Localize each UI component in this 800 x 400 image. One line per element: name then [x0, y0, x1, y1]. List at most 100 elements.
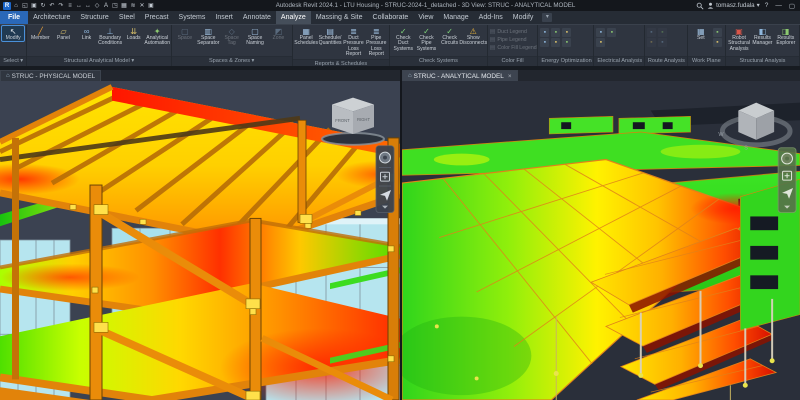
analytical-automation-button[interactable]: ✦Analytical Automation	[146, 26, 169, 47]
selection-box-icon[interactable]: ▾	[542, 13, 552, 22]
show-disconnects-button[interactable]: ⚠Show Disconnects	[462, 26, 485, 47]
set-button[interactable]: ▦Set	[690, 26, 712, 41]
navigation-bar[interactable]	[778, 148, 796, 213]
ribbon-tab-add-ins[interactable]: Add-Ins	[474, 11, 508, 24]
space-naming-button[interactable]: ▢Space Naming	[244, 26, 266, 47]
boundary-conditions-button[interactable]: ⊥Boundary Conditions	[99, 26, 122, 47]
restore-button[interactable]: ▢	[787, 2, 797, 10]
switch-windows-icon[interactable]: ▣	[147, 2, 155, 10]
viewcube-right-label[interactable]: RIGHT	[357, 117, 371, 122]
panel-button[interactable]: ▱Panel	[52, 26, 74, 41]
check-circuits-button[interactable]: ✓Check Circuits	[439, 26, 461, 47]
duct-pressure-loss-report-button[interactable]: ≣Duct Pressure Loss Report	[343, 26, 365, 58]
home-icon[interactable]: ⌂	[12, 2, 20, 10]
search-icon[interactable]	[696, 2, 704, 10]
ribbon-tab-insert[interactable]: Insert	[210, 11, 238, 24]
panel-label-check-systems[interactable]: Check Systems	[390, 56, 487, 66]
user-account-menu[interactable]: tomasz.fudala ▾	[707, 2, 760, 9]
ribbon-tab-structure[interactable]: Structure	[75, 11, 113, 24]
space-tag-button[interactable]: ◇Space Tag	[220, 26, 242, 47]
close-view-icon[interactable]: ×	[508, 73, 512, 80]
check-duct-systems-button[interactable]: ✓Check Duct Systems	[392, 26, 414, 52]
section-icon[interactable]: ▦	[120, 2, 128, 10]
undo-icon[interactable]: ↶	[48, 2, 56, 10]
steering-wheel-icon[interactable]	[380, 152, 391, 163]
route-path-1-button[interactable]: ▪	[647, 28, 656, 37]
analyze-energy-button[interactable]: ▪	[562, 28, 571, 37]
open-icon[interactable]: ◱	[21, 2, 29, 10]
print-icon[interactable]: ≡	[66, 2, 74, 10]
panel-label-structural-analytical-model[interactable]: Structural Analytical Model ▾	[27, 56, 170, 66]
results-explorer-button[interactable]: ◨Results Explorer	[775, 26, 797, 47]
ribbon-tab-massing-site[interactable]: Massing & Site	[311, 11, 368, 24]
panel-label-reports-schedules[interactable]: Reports & Schedules	[293, 59, 390, 66]
viewcube-west-label[interactable]: W	[718, 132, 724, 138]
heating-cooling-loads-button[interactable]: ▪	[551, 38, 560, 47]
panel-label-energy-optimization[interactable]: Energy Optimization	[538, 56, 593, 66]
physical-model-canvas[interactable]: FRONT RIGHT	[0, 81, 400, 400]
ribbon-tab-architecture[interactable]: Architecture	[28, 11, 75, 24]
electrical-settings-button[interactable]: ▪	[596, 28, 605, 37]
space-button[interactable]: ▢Space	[174, 26, 196, 41]
route-path-4-button[interactable]: ▪	[658, 38, 667, 47]
analytical-model-canvas[interactable]: W S	[402, 81, 800, 400]
loads-button[interactable]: ⇊Loads	[123, 26, 145, 41]
ribbon-tab-file[interactable]: File	[0, 11, 28, 24]
panel-schedules-button[interactable]: ▦Panel Schedules	[295, 26, 318, 47]
link-button[interactable]: ∞Link	[76, 26, 98, 41]
member-button[interactable]: ╱Member	[29, 26, 51, 41]
ribbon-tab-view[interactable]: View	[413, 11, 438, 24]
redo-icon[interactable]: ↷	[57, 2, 65, 10]
aligned-dimension-icon[interactable]: ↔	[84, 2, 92, 10]
energy-settings-button[interactable]: ▪	[540, 28, 549, 37]
ribbon-tab-manage[interactable]: Manage	[438, 11, 473, 24]
text-icon[interactable]: A	[102, 2, 110, 10]
duct-legend-button[interactable]: ▤Duct Legend	[490, 28, 537, 35]
hvac-loads-button[interactable]: ▪	[540, 38, 549, 47]
schedule-quantities-button[interactable]: ▤Schedule/ Quantities	[319, 26, 342, 47]
sync-with-central-icon[interactable]: ↻	[39, 2, 47, 10]
space-separator-button[interactable]: ▥Space Separator	[197, 26, 219, 47]
steering-wheel-icon[interactable]	[782, 153, 793, 164]
view-tab-analytical-model[interactable]: ⌂ STRUC - ANALYTICAL MODEL ×	[402, 70, 518, 81]
modify-button[interactable]: ↖Modify	[2, 26, 24, 41]
ribbon-tab-modify[interactable]: Modify	[508, 11, 539, 24]
zone-button[interactable]: ◩Zone	[267, 26, 289, 41]
viewcube-front-label[interactable]: FRONT	[335, 118, 350, 123]
ribbon-tab-systems[interactable]: Systems	[174, 11, 211, 24]
panel-label-electrical-analysis[interactable]: Electrical Analysis	[594, 56, 644, 66]
panel-label-work-plane[interactable]: Work Plane	[688, 56, 725, 66]
panel-label-route-analysis[interactable]: Route Analysis	[645, 56, 687, 66]
panel-label-spaces-zones[interactable]: Spaces & Zones ▾	[172, 56, 292, 66]
navigation-bar[interactable]	[376, 146, 394, 213]
work-plane-viewer-button[interactable]: ▪	[713, 38, 722, 47]
panel-label-select[interactable]: Select ▾	[0, 56, 26, 66]
save-icon[interactable]: ▣	[30, 2, 38, 10]
electrical-reports-button[interactable]: ▪	[596, 38, 605, 47]
color-fill-legend-button[interactable]: ▤Color Fill Legend	[490, 44, 537, 51]
close-hidden-windows-icon[interactable]: ✕	[138, 2, 146, 10]
minimize-button[interactable]: —	[773, 2, 784, 9]
panel-load-analysis-button[interactable]: ▪	[607, 28, 616, 37]
ribbon-tab-analyze[interactable]: Analyze	[276, 11, 311, 24]
revit-logo-icon[interactable]: R	[3, 2, 11, 10]
pipe-legend-button[interactable]: ▤Pipe Legend	[490, 36, 537, 43]
check-pipe-systems-button[interactable]: ✓Check Pipe Systems	[415, 26, 437, 52]
ribbon-tab-precast[interactable]: Precast	[140, 11, 174, 24]
route-path-2-button[interactable]: ▪	[658, 28, 667, 37]
thin-lines-icon[interactable]: ≋	[129, 2, 137, 10]
measure-icon[interactable]: ↔	[75, 2, 83, 10]
view-tab-physical-model[interactable]: ⌂ STRUC - PHYSICAL MODEL	[0, 70, 101, 81]
robot-structural-analysis-button[interactable]: ▣Robot Structural Analysis	[728, 26, 750, 52]
show-work-plane-button[interactable]: ▪	[713, 28, 722, 37]
tag-by-category-icon[interactable]: ◇	[93, 2, 101, 10]
pipe-pressure-loss-report-button[interactable]: ≣Pipe Pressure Loss Report	[365, 26, 387, 58]
ribbon-tab-collaborate[interactable]: Collaborate	[368, 11, 414, 24]
ribbon-tab-steel[interactable]: Steel	[114, 11, 140, 24]
panel-label-color-fill[interactable]: Color Fill	[488, 56, 538, 66]
default-3d-view-icon[interactable]: ◳	[111, 2, 119, 10]
ribbon-tab-annotate[interactable]: Annotate	[238, 11, 276, 24]
help-button[interactable]: ?	[763, 2, 771, 9]
create-energy-model-button[interactable]: ▪	[551, 28, 560, 37]
panel-label-structural-analysis[interactable]: Structural Analysis	[726, 56, 799, 66]
